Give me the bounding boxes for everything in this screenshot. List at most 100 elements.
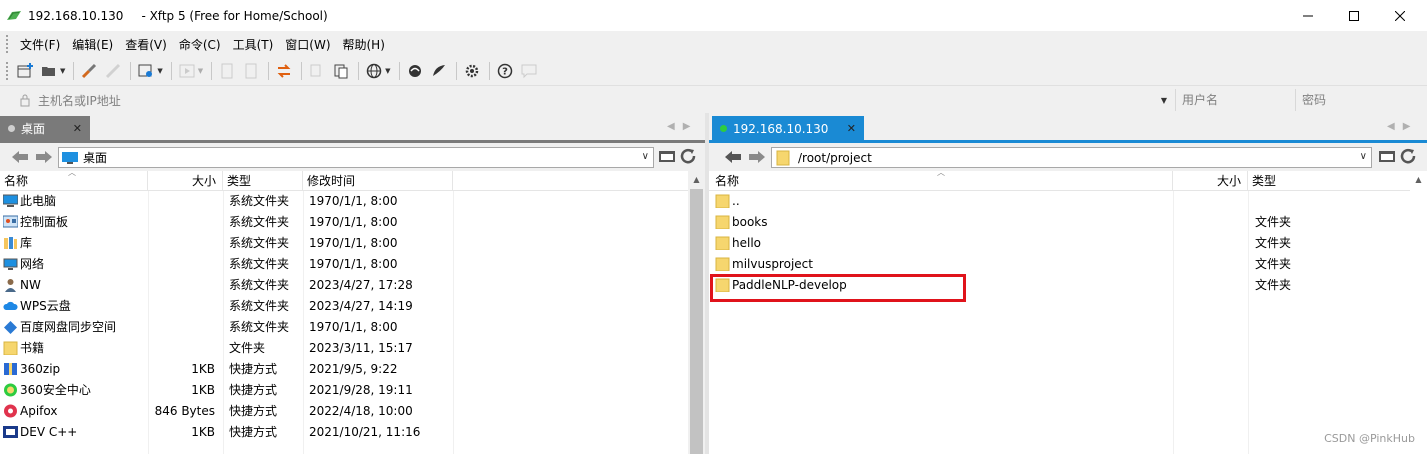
menu-edit[interactable]: 编辑(E) xyxy=(66,36,119,53)
properties-dropdown-icon[interactable]: ▼ xyxy=(157,67,162,75)
scroll-thumb[interactable] xyxy=(690,189,703,454)
folder-icon xyxy=(715,194,730,208)
globe-button[interactable] xyxy=(363,60,385,82)
upload-button[interactable] xyxy=(216,60,238,82)
remote-tabstrip: 192.168.10.130 ✕ ◀▶ xyxy=(709,113,1427,143)
new-folder-icon[interactable] xyxy=(658,148,676,164)
xshell-new-button[interactable] xyxy=(428,60,450,82)
tab-local-desktop[interactable]: 桌面 ✕ xyxy=(0,116,90,141)
password-input[interactable]: 密码 xyxy=(1295,89,1415,111)
file-modified: 1970/1/1, 8:00 xyxy=(309,320,398,334)
open-button[interactable] xyxy=(38,60,60,82)
host-input[interactable]: 主机名或IP地址 ▼ xyxy=(18,89,1173,111)
column-size[interactable]: 大小 xyxy=(148,171,223,191)
menu-view[interactable]: 查看(V) xyxy=(119,36,173,53)
globe-dropdown-icon[interactable]: ▼ xyxy=(385,67,390,75)
disconnect-button[interactable] xyxy=(102,60,124,82)
tab-label: 桌面 xyxy=(21,122,46,136)
file-size: 1KB xyxy=(191,425,215,439)
remote-path-input[interactable]: /root/project ∨ xyxy=(771,147,1372,168)
back-arrow-icon[interactable] xyxy=(723,147,743,167)
file-size: 1KB xyxy=(191,362,215,376)
play-dropdown-icon[interactable]: ▼ xyxy=(198,67,203,75)
tab-close-icon[interactable]: ✕ xyxy=(73,122,82,135)
file-name: 百度网盘同步空间 xyxy=(20,320,117,334)
file-size xyxy=(148,212,215,233)
menu-file[interactable]: 文件(F) xyxy=(14,36,66,53)
new-folder-icon[interactable] xyxy=(1378,148,1396,164)
copy-button[interactable] xyxy=(306,60,328,82)
table-row[interactable]: .. xyxy=(709,191,1427,212)
refresh-icon[interactable] xyxy=(680,148,698,164)
file-type: 系统文件夹 xyxy=(229,236,290,250)
open-dropdown-icon[interactable]: ▼ xyxy=(60,67,65,75)
refresh-icon[interactable] xyxy=(1400,148,1418,164)
table-row[interactable]: books 文件夹 xyxy=(709,212,1427,233)
tab-scroll-arrows-icon[interactable]: ◀▶ xyxy=(1387,121,1418,132)
table-row[interactable]: 库 系统文件夹 1970/1/1, 8:00 xyxy=(0,233,705,254)
folder-icon xyxy=(3,341,18,355)
copy-icon xyxy=(310,64,321,77)
connect-button[interactable] xyxy=(78,60,100,82)
table-row[interactable]: hello 文件夹 xyxy=(709,233,1427,254)
column-type[interactable]: 类型 xyxy=(223,171,303,191)
tab-scroll-arrows-icon[interactable]: ◀▶ xyxy=(667,121,698,132)
column-size[interactable]: 大小 xyxy=(1173,171,1248,191)
scroll-up-icon[interactable]: ▲ xyxy=(1410,171,1427,188)
table-row[interactable]: 百度网盘同步空间 系统文件夹 1970/1/1, 8:00 xyxy=(0,317,705,338)
remote-scrollbar[interactable]: ▲ xyxy=(1410,171,1427,454)
table-row[interactable]: 360安全中心 1KB 快捷方式 2021/9/28, 19:11 xyxy=(0,380,705,401)
table-row[interactable]: WPS云盘 系统文件夹 2023/4/27, 14:19 xyxy=(0,296,705,317)
properties-button[interactable] xyxy=(135,60,157,82)
table-row[interactable]: milvusproject 文件夹 xyxy=(709,254,1427,275)
tab-close-icon[interactable]: ✕ xyxy=(847,122,856,135)
file-size xyxy=(148,254,215,275)
help-button[interactable]: ? xyxy=(494,60,516,82)
remote-file-list: 名称 ︿ 大小 类型 .. books 文件夹 hello 文件夹 milvusproje… xyxy=(709,171,1427,454)
menu-help[interactable]: 帮助(H) xyxy=(337,36,391,53)
menu-window[interactable]: 窗口(W) xyxy=(279,36,336,53)
forward-arrow-icon[interactable] xyxy=(747,147,767,167)
new-session-button[interactable] xyxy=(14,60,36,82)
column-type[interactable]: 类型 xyxy=(1248,171,1410,191)
maximize-button[interactable] xyxy=(1331,0,1377,31)
scroll-up-icon[interactable]: ▲ xyxy=(688,171,705,188)
table-row[interactable]: NW 系统文件夹 2023/4/27, 17:28 xyxy=(0,275,705,296)
file-size xyxy=(1173,233,1240,254)
paste-button[interactable] xyxy=(330,60,352,82)
transfer-button[interactable] xyxy=(273,60,295,82)
download-button[interactable] xyxy=(240,60,262,82)
menu-tools[interactable]: 工具(T) xyxy=(227,36,280,53)
back-arrow-icon[interactable] xyxy=(10,147,30,167)
table-row[interactable]: 此电脑 系统文件夹 1970/1/1, 8:00 xyxy=(0,191,705,212)
close-button[interactable] xyxy=(1377,0,1423,31)
computer-icon xyxy=(3,194,18,207)
xshell-button[interactable] xyxy=(404,60,426,82)
svg-text:?: ? xyxy=(502,67,508,78)
table-row[interactable]: Apifox 846 Bytes 快捷方式 2022/4/18, 10:00 xyxy=(0,401,705,422)
play-button[interactable] xyxy=(176,60,198,82)
column-modified[interactable]: 修改时间 xyxy=(303,171,453,191)
minimize-button[interactable] xyxy=(1285,0,1331,31)
path-dropdown-icon[interactable]: ∨ xyxy=(1360,151,1367,162)
xftp-logo-icon xyxy=(7,10,21,20)
chat-button[interactable] xyxy=(518,60,540,82)
file-type: 文件夹 xyxy=(1255,215,1292,229)
menu-command[interactable]: 命令(C) xyxy=(173,36,227,53)
file-size xyxy=(1173,275,1240,296)
local-path-input[interactable]: 桌面 ∨ xyxy=(58,147,654,168)
table-row[interactable]: 网络 系统文件夹 1970/1/1, 8:00 xyxy=(0,254,705,275)
table-row[interactable]: DEV C++ 1KB 快捷方式 2021/10/21, 11:16 xyxy=(0,422,705,443)
file-type: 系统文件夹 xyxy=(229,257,290,271)
local-scrollbar[interactable]: ▲ xyxy=(688,171,705,454)
path-dropdown-icon[interactable]: ∨ xyxy=(642,151,649,162)
settings-button[interactable] xyxy=(461,60,483,82)
host-dropdown-icon[interactable]: ▼ xyxy=(1161,96,1167,105)
username-input[interactable]: 用户名 xyxy=(1175,89,1292,111)
tab-remote-session[interactable]: 192.168.10.130 ✕ xyxy=(712,116,864,141)
minimize-icon xyxy=(1303,15,1313,16)
table-row[interactable]: 控制面板 系统文件夹 1970/1/1, 8:00 xyxy=(0,212,705,233)
table-row[interactable]: 书籍 文件夹 2023/3/11, 15:17 xyxy=(0,338,705,359)
forward-arrow-icon[interactable] xyxy=(34,147,54,167)
table-row[interactable]: 360zip 1KB 快捷方式 2021/9/5, 9:22 xyxy=(0,359,705,380)
